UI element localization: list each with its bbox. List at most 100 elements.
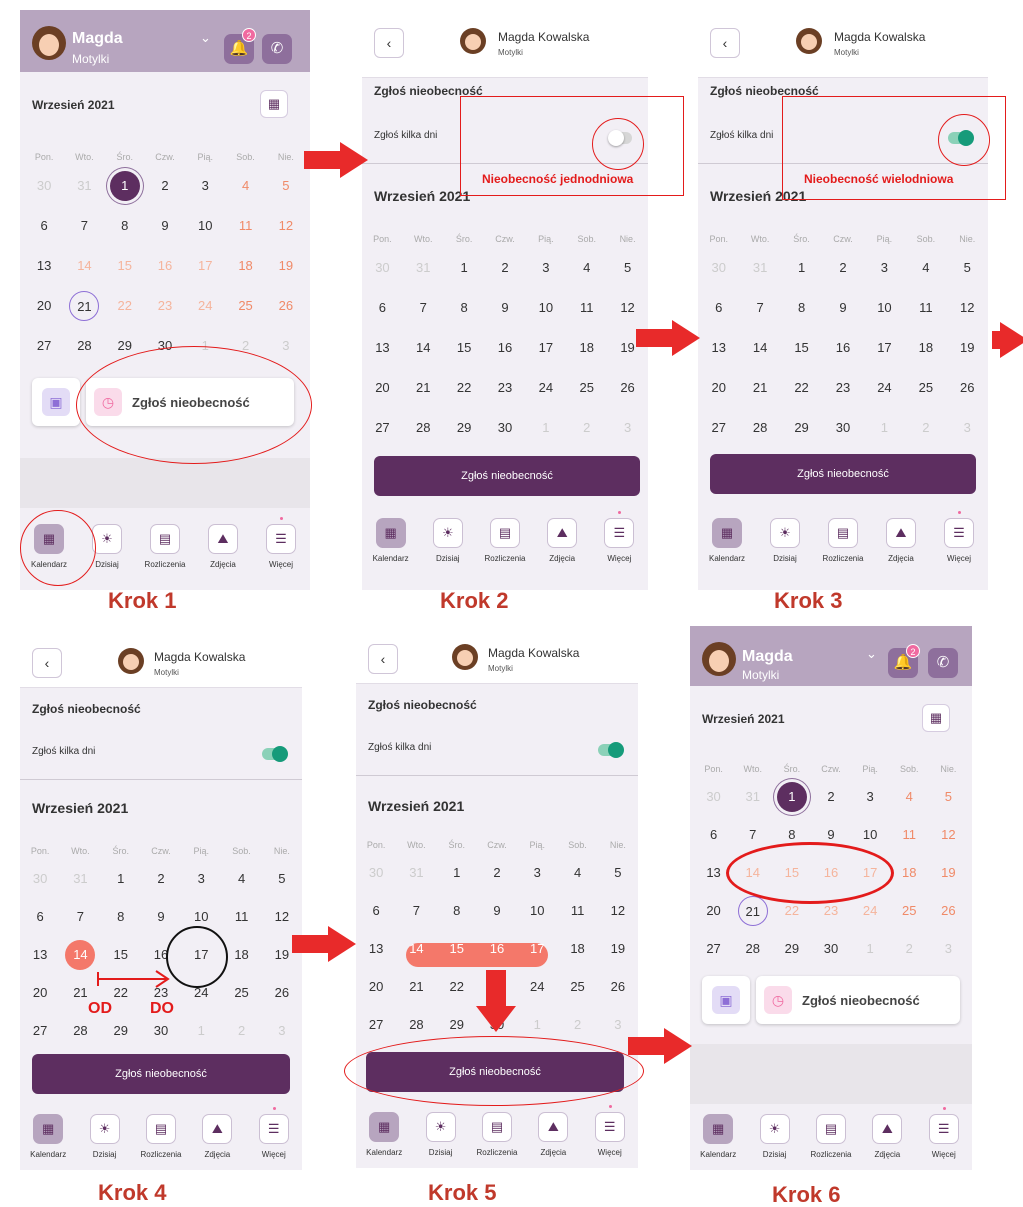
calendar-day[interactable]: 31: [408, 253, 438, 283]
calendar-day[interactable]: 6: [29, 211, 59, 241]
calendar-day[interactable]: 20: [361, 972, 391, 1002]
calendar-day[interactable]: 21: [745, 373, 775, 403]
calendar-day[interactable]: 14: [69, 251, 99, 281]
nav-kalendarz[interactable]: ▦ Kalendarz: [701, 518, 753, 563]
calendar-day-selected[interactable]: 15: [442, 934, 472, 964]
calendar-day[interactable]: 31: [401, 858, 431, 888]
calendar-day[interactable]: 17: [190, 251, 220, 281]
calendar-day[interactable]: 3: [267, 1016, 297, 1046]
calendar-day[interactable]: 30: [25, 864, 55, 894]
calendar-day[interactable]: 24: [869, 373, 899, 403]
calendar-day[interactable]: 1: [531, 413, 561, 443]
back-button[interactable]: ‹: [710, 28, 740, 58]
nav-zdjecia[interactable]: ⛰ Zdjęcia: [527, 1112, 579, 1157]
calendar-day[interactable]: 3: [933, 934, 963, 964]
calendar-day[interactable]: 22: [449, 373, 479, 403]
calendar-day[interactable]: 3: [613, 413, 643, 443]
calendar-day[interactable]: 24: [855, 896, 885, 926]
calendar-day[interactable]: 11: [894, 820, 924, 850]
calendar-day[interactable]: 29: [777, 934, 807, 964]
chevron-down-icon[interactable]: ⌄: [200, 30, 211, 46]
nav-rozliczenia[interactable]: ▤ Rozliczenia: [139, 524, 191, 569]
calendar-day[interactable]: 20: [704, 373, 734, 403]
calendar-day[interactable]: 16: [828, 333, 858, 363]
calendar-day-selected[interactable]: 14: [401, 934, 431, 964]
calendar-day[interactable]: 7: [69, 211, 99, 241]
calendar-day[interactable]: 27: [699, 934, 729, 964]
calendar-day[interactable]: 11: [563, 896, 593, 926]
bag-button[interactable]: ▣: [32, 378, 80, 426]
calendar-day[interactable]: 31: [745, 253, 775, 283]
avatar[interactable]: [702, 642, 736, 676]
calendar-day[interactable]: 27: [361, 1010, 391, 1040]
calendar-day[interactable]: 10: [855, 820, 885, 850]
calendar-day[interactable]: 7: [738, 820, 768, 850]
calendar-day[interactable]: 27: [25, 1016, 55, 1046]
phone-icon[interactable]: ✆: [262, 34, 292, 64]
nav-kalendarz[interactable]: ▦ Kalendarz: [365, 518, 417, 563]
calendar-day[interactable]: 11: [911, 293, 941, 323]
submit-button[interactable]: Zgłoś nieobecność: [710, 454, 976, 494]
calendar-day[interactable]: 5: [267, 864, 297, 894]
back-button[interactable]: ‹: [368, 644, 398, 674]
calendar-day[interactable]: 9: [146, 902, 176, 932]
calendar-day[interactable]: 6: [699, 820, 729, 850]
calendar-day[interactable]: 2: [911, 413, 941, 443]
calendar-day[interactable]: 6: [361, 896, 391, 926]
calendar-day[interactable]: 12: [933, 820, 963, 850]
calendar-day[interactable]: 13: [361, 934, 391, 964]
nav-zdjecia[interactable]: ⛰ Zdjęcia: [197, 524, 249, 569]
nav-wiecej[interactable]: ☰ Więcej: [248, 1107, 300, 1159]
calendar-day[interactable]: 6: [367, 293, 397, 323]
calendar-day-selected[interactable]: 16: [482, 934, 512, 964]
calendar-day-start[interactable]: 14: [65, 940, 96, 970]
avatar[interactable]: [32, 26, 66, 60]
calendar-day[interactable]: 23: [150, 291, 180, 321]
calendar-day[interactable]: 23: [828, 373, 858, 403]
calendar-day[interactable]: 24: [531, 373, 561, 403]
calendar-day[interactable]: 30: [816, 934, 846, 964]
calendar-day[interactable]: 12: [271, 211, 301, 241]
calendar-day[interactable]: 29: [442, 1010, 472, 1040]
calendar-day[interactable]: 3: [531, 253, 561, 283]
nav-dzisiaj[interactable]: ☀ Dzisiaj: [759, 518, 811, 563]
calendar-day[interactable]: 5: [933, 782, 963, 812]
calendar-day-selected[interactable]: 21: [737, 896, 768, 926]
phone-icon[interactable]: ✆: [928, 648, 958, 678]
calendar-day[interactable]: 18: [572, 333, 602, 363]
calendar-day[interactable]: 2: [563, 1010, 593, 1040]
calendar-icon[interactable]: ▦: [922, 704, 950, 732]
calendar-day-today[interactable]: 1: [776, 782, 807, 812]
calendar-day[interactable]: 8: [442, 896, 472, 926]
calendar-day[interactable]: 7: [745, 293, 775, 323]
calendar-day[interactable]: 4: [572, 253, 602, 283]
calendar-day[interactable]: 2: [490, 253, 520, 283]
calendar-day[interactable]: 3: [190, 171, 220, 201]
calendar-day[interactable]: 26: [933, 896, 963, 926]
calendar-day[interactable]: 17: [869, 333, 899, 363]
calendar-day[interactable]: 19: [603, 934, 633, 964]
calendar-day[interactable]: 12: [613, 293, 643, 323]
calendar-day[interactable]: 31: [69, 171, 99, 201]
calendar-day[interactable]: 30: [146, 1016, 176, 1046]
nav-dzisiaj[interactable]: ☀ Dzisiaj: [79, 1114, 131, 1159]
calendar-day[interactable]: 20: [25, 978, 55, 1008]
nav-rozliczenia[interactable]: ▤ Rozliczenia: [805, 1114, 857, 1159]
calendar-day[interactable]: 10: [190, 211, 220, 241]
calendar-day[interactable]: 28: [408, 413, 438, 443]
calendar-day[interactable]: 1: [855, 934, 885, 964]
calendar-day[interactable]: 22: [787, 373, 817, 403]
calendar-day[interactable]: 28: [69, 331, 99, 361]
nav-dzisiaj[interactable]: ☀ Dzisiaj: [415, 1112, 467, 1157]
calendar-day[interactable]: 5: [613, 253, 643, 283]
nav-wiecej[interactable]: ☰ Więcej: [918, 1107, 970, 1159]
nav-wiecej[interactable]: ☰ Więcej: [593, 511, 645, 563]
calendar-day[interactable]: 7: [408, 293, 438, 323]
calendar-day[interactable]: 16: [490, 333, 520, 363]
calendar-day[interactable]: 3: [952, 413, 982, 443]
calendar-day[interactable]: 27: [29, 331, 59, 361]
nav-rozliczenia[interactable]: ▤ Rozliczenia: [817, 518, 869, 563]
nav-wiecej[interactable]: ☰ Więcej: [584, 1105, 636, 1157]
calendar-day[interactable]: 26: [952, 373, 982, 403]
calendar-day[interactable]: 20: [29, 291, 59, 321]
